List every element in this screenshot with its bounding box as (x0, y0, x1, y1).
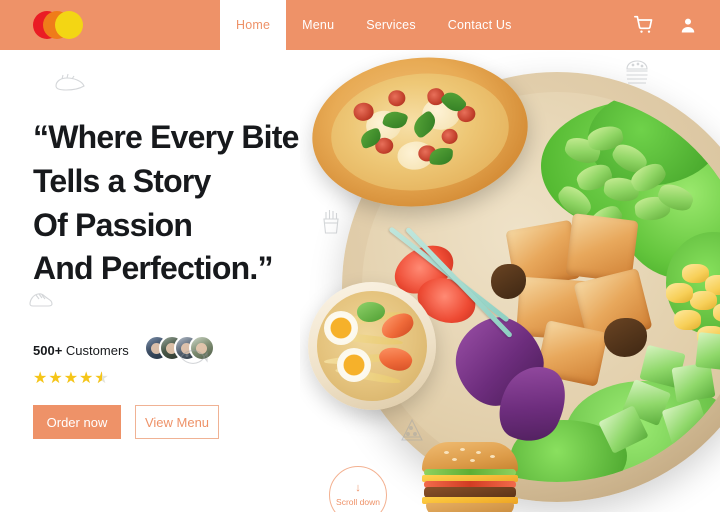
customer-label: Customers (65, 342, 129, 358)
arrow-down-icon: ↓ (355, 482, 361, 494)
headline-line: Tells a Story (33, 162, 211, 199)
user-icon[interactable] (678, 15, 698, 35)
nav-item-home[interactable]: Home (220, 0, 287, 50)
pepperoni (387, 89, 407, 108)
headline-line: And Perfection.” (33, 250, 273, 287)
nav-label: Menu (302, 18, 335, 32)
star-full-icon: ★ (79, 370, 95, 387)
star-full-icon: ★ (63, 370, 80, 387)
scroll-down-label: Scroll down (336, 497, 380, 507)
social-proof: 500+ Customers ★★★★★ (33, 335, 333, 387)
star-rating: ★★★★★ (33, 370, 333, 388)
corn-kernel (674, 310, 702, 330)
nav-label: Home (236, 18, 271, 32)
main-navigation: Home Menu Services Contact Us (220, 0, 528, 50)
brand-logo[interactable] (33, 11, 93, 39)
avatar (188, 335, 215, 361)
page-title: “Where Every Bite Tells a Story Of Passi… (33, 116, 333, 291)
star-full-icon: ★ (33, 370, 49, 387)
customer-avatars (143, 335, 218, 365)
pepperoni (441, 128, 459, 145)
star-full-icon: ★ (48, 370, 64, 387)
cucumber-cube (695, 331, 720, 371)
star-half-icon: ★ (94, 371, 109, 388)
hero-cta-group: Order now View Menu (33, 405, 219, 439)
basil-leaf (429, 147, 454, 167)
landing-page: Home Menu Services Contact Us “Where Eve… (0, 0, 720, 512)
headline-line: “Where Every Bite (33, 119, 299, 155)
cart-icon[interactable] (634, 15, 654, 35)
view-menu-button[interactable]: View Menu (135, 405, 219, 439)
nav-label: Contact Us (447, 18, 512, 32)
shrimp (375, 342, 415, 376)
corn-kernel (666, 283, 694, 303)
burger-bottom-bun (426, 503, 514, 512)
logo-circle-yellow-icon (55, 11, 83, 39)
customer-count-text: 500+ Customers (33, 343, 129, 358)
char-spice (490, 263, 526, 299)
burger-top-bun (422, 442, 518, 472)
nav-item-services[interactable]: Services (350, 0, 432, 50)
order-now-button[interactable]: Order now (33, 405, 121, 439)
hero-food-image (300, 50, 720, 512)
headline-line: Of Passion (33, 206, 193, 243)
cheeseburger (422, 442, 518, 512)
nav-label: Services (366, 18, 416, 32)
site-header: Home Menu Services Contact Us (0, 0, 720, 50)
char-spice (603, 318, 647, 358)
nav-item-contact-us[interactable]: Contact Us (432, 0, 528, 50)
customer-count: 500+ (33, 342, 63, 358)
hero-content: “Where Every Bite Tells a Story Of Passi… (0, 50, 360, 512)
header-actions (634, 0, 698, 50)
nav-item-menu[interactable]: Menu (286, 0, 350, 50)
